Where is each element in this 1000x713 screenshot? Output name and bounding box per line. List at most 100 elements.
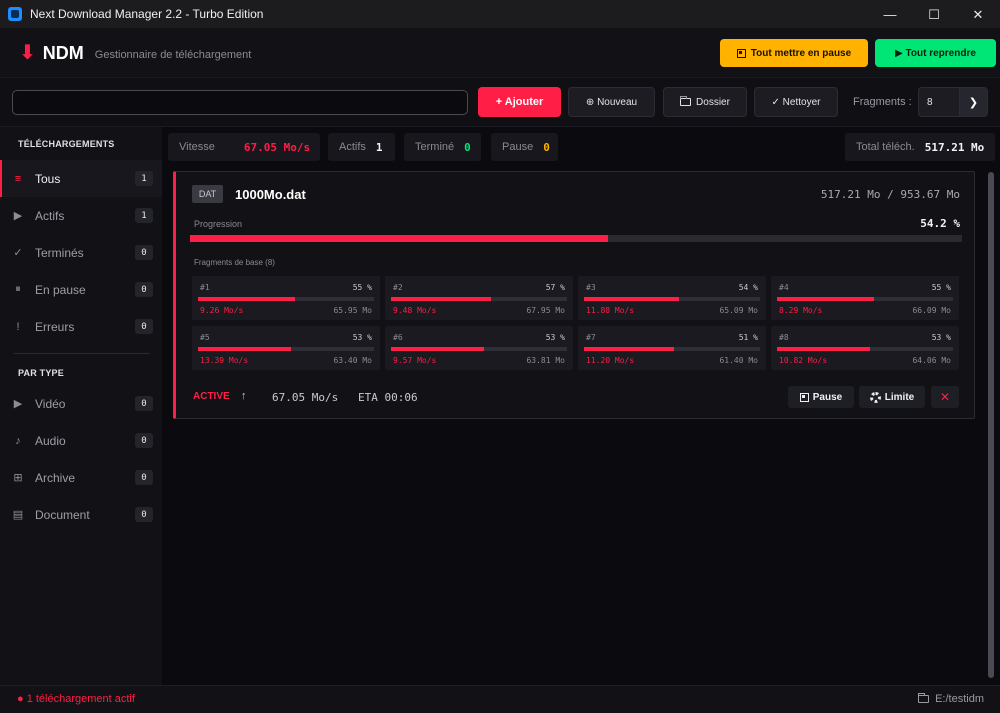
fragment-id: #4 <box>779 283 789 292</box>
fragment-percent: 54 % <box>738 283 758 292</box>
fragment-percent: 55 % <box>352 283 372 292</box>
stat-total: Total téléch. 517.21 Mo <box>845 133 995 161</box>
fragment-size: 67.95 Mo <box>526 306 565 315</box>
folder-icon <box>918 693 930 703</box>
sidebar-item-audio[interactable]: ♪ Audio 0 <box>0 422 162 459</box>
video-icon: ▶ <box>13 398 23 410</box>
app-header: ⬇ NDM Gestionnaire de téléchargement Tou… <box>0 29 1000 77</box>
download-path-label: E:/testidm <box>935 693 984 705</box>
fragment-progress-fill <box>391 297 492 301</box>
chevron-down-icon[interactable]: ❯ <box>959 88 987 116</box>
sidebar-item-paused[interactable]: ⏸ En pause 0 <box>0 271 162 308</box>
fragment-percent: 53 % <box>352 333 372 342</box>
count-badge: 1 <box>135 208 153 223</box>
fragment-speed: 11.88 Mo/s <box>586 306 635 315</box>
fragments-value: 8 <box>927 96 933 108</box>
fragments-select[interactable]: 8 ❯ <box>918 87 988 117</box>
fragment-percent: 53 % <box>931 333 951 342</box>
fragment-size: 64.06 Mo <box>912 356 951 365</box>
fragment-size: 63.40 Mo <box>333 356 372 365</box>
app-subtitle: Gestionnaire de téléchargement <box>94 48 252 61</box>
scrollbar-thumb[interactable] <box>988 172 994 678</box>
sidebar-item-label: En pause <box>35 282 86 297</box>
fragment-card: #3 54 % 11.88 Mo/s 65.09 Mo <box>578 276 766 320</box>
archive-icon: ⊞ <box>13 472 23 484</box>
progress-bar <box>190 235 962 242</box>
fragments-title: Fragments de base (8) <box>194 258 275 267</box>
play-icon: ▶ <box>13 210 23 222</box>
stat-active: Actifs 1 <box>328 133 395 161</box>
download-status-row: ACTIVE ↑ 67.05 Mo/s ETA 00:06 Pause Limi… <box>176 385 972 409</box>
status-bar: ● 1 téléchargement actif E:/testidm <box>0 685 1000 713</box>
sidebar-item-video[interactable]: ▶ Vidéo 0 <box>0 385 162 422</box>
fragment-progress-bar <box>584 297 760 301</box>
count-badge: 0 <box>135 282 153 297</box>
fragment-card: #7 51 % 11.20 Mo/s 61.40 Mo <box>578 326 766 370</box>
folder-button[interactable]: Dossier <box>663 87 747 117</box>
sidebar-item-errors[interactable]: ! Erreurs 0 <box>0 308 162 345</box>
list-icon: ≡ <box>14 172 22 185</box>
sidebar-item-all[interactable]: ≡ Tous 1 <box>0 160 162 197</box>
window-title: Next Download Manager 2.2 - Turbo Editio… <box>30 7 264 21</box>
fragment-progress-fill <box>777 297 874 301</box>
sidebar-item-completed[interactable]: ✓ Terminés 0 <box>0 234 162 271</box>
new-label: ⊕ Nouveau <box>585 96 638 108</box>
progress-label: Progression <box>194 219 243 229</box>
sidebar-item-label: Archive <box>35 470 76 485</box>
sidebar-item-label: Terminés <box>35 245 84 260</box>
fragment-speed: 8.29 Mo/s <box>779 306 823 315</box>
minimize-icon[interactable]: — <box>868 0 912 29</box>
fragment-card: #2 57 % 9.48 Mo/s 67.95 Mo <box>385 276 573 320</box>
fragment-progress-fill <box>198 347 292 351</box>
pause-icon: ⏸ <box>15 283 21 295</box>
fragment-speed: 13.39 Mo/s <box>200 356 249 365</box>
download-card[interactable]: DAT 1000Mo.dat 517.21 Mo / 953.67 Mo Pro… <box>173 171 975 419</box>
progress-fill <box>190 235 609 242</box>
limit-label: Limite <box>884 391 915 403</box>
fragment-progress-bar <box>198 297 374 301</box>
fragment-progress-fill <box>584 347 674 351</box>
count-badge: 0 <box>135 396 153 411</box>
fragment-progress-bar <box>584 347 760 351</box>
count-badge: 0 <box>135 433 153 448</box>
fragment-speed: 9.26 Mo/s <box>200 306 244 315</box>
sidebar-item-active[interactable]: ▶ Actifs 1 <box>0 197 162 234</box>
status-badge: ACTIVE <box>193 391 230 402</box>
fragment-card: #4 55 % 8.29 Mo/s 66.09 Mo <box>771 276 959 320</box>
fragment-speed: 10.82 Mo/s <box>779 356 828 365</box>
sidebar: TÉLÉCHARGEMENTS ≡ Tous 1 ▶ Actifs 1 ✓ Te… <box>0 127 162 685</box>
limit-button[interactable]: Limite <box>859 386 925 408</box>
fragment-card: #5 53 % 13.39 Mo/s 63.40 Mo <box>192 326 380 370</box>
fragment-progress-fill <box>777 347 871 351</box>
fragment-size: 65.95 Mo <box>333 306 372 315</box>
url-input[interactable] <box>12 90 468 115</box>
stat-pause-value: 0 <box>543 140 550 154</box>
maximize-icon[interactable]: ☐ <box>912 0 956 29</box>
add-button[interactable]: + Ajouter <box>478 87 561 117</box>
close-icon[interactable]: ✕ <box>956 0 1000 29</box>
fragment-percent: 51 % <box>738 333 758 342</box>
stat-active-value: 1 <box>375 140 383 154</box>
pause-label: Pause <box>812 391 843 403</box>
sidebar-item-document[interactable]: ▤ Document 0 <box>0 496 162 533</box>
fragment-id: #6 <box>393 333 403 342</box>
cancel-button[interactable]: ✕ <box>931 386 959 408</box>
new-button[interactable]: ⊕ Nouveau <box>568 87 655 117</box>
fragment-percent: 55 % <box>931 283 951 292</box>
file-size: 517.21 Mo / 953.67 Mo <box>820 188 960 201</box>
progress-percent: 54.2 % <box>920 217 960 230</box>
pause-button[interactable]: Pause <box>788 386 854 408</box>
download-path[interactable]: E:/testidm <box>918 693 984 705</box>
app-icon <box>8 7 22 21</box>
resume-all-button[interactable]: ▶ Tout reprendre <box>875 39 996 67</box>
fragment-size: 66.09 Mo <box>912 306 951 315</box>
stat-speed-value: 67.05 Mo/s <box>243 140 311 154</box>
folder-label: Dossier <box>696 96 730 108</box>
fragment-progress-bar <box>198 347 374 351</box>
pause-all-button[interactable]: Tout mettre en pause <box>720 39 868 67</box>
sidebar-item-archive[interactable]: ⊞ Archive 0 <box>0 459 162 496</box>
fragments-label: Fragments : <box>853 96 912 108</box>
stat-done-label: Terminé <box>415 141 455 153</box>
resume-all-label: ▶ Tout reprendre <box>895 47 976 59</box>
clean-button[interactable]: ✓ Nettoyer <box>754 87 838 117</box>
